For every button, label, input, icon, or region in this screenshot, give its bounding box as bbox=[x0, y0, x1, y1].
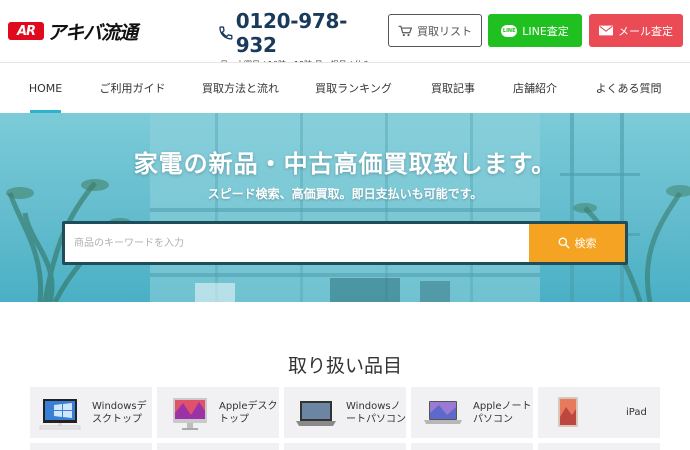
logo-text: アキバ流通 bbox=[47, 21, 138, 44]
search-button[interactable]: 検索 bbox=[529, 224, 625, 262]
site-header: AR アキバ流通 0120-978-932 月～土曜日 / 10時～18時 日・… bbox=[0, 0, 690, 69]
nav-stores[interactable]: 店舗紹介 bbox=[513, 63, 557, 113]
line-assessment-button[interactable]: LINE LINE査定 bbox=[488, 14, 582, 47]
macbook-icon bbox=[424, 400, 462, 424]
purchase-list-button[interactable]: 買取リスト bbox=[388, 14, 482, 47]
nav-guide[interactable]: ご利用ガイド bbox=[99, 63, 166, 113]
category-label: Windowsデスクトップ bbox=[92, 400, 147, 425]
nav-faq-label: よくある質問 bbox=[595, 82, 662, 95]
nav-faq[interactable]: よくある質問 bbox=[595, 63, 662, 113]
purchase-list-label: 買取リスト bbox=[417, 24, 472, 38]
nav-purchase-flow[interactable]: 買取方法と流れ bbox=[202, 63, 279, 113]
nav-articles-label: 買取記事 bbox=[431, 82, 475, 95]
desktop-pc-icon bbox=[39, 398, 81, 429]
nav-articles[interactable]: 買取記事 bbox=[431, 63, 475, 113]
category-row2-item[interactable] bbox=[538, 443, 660, 450]
category-row2-item[interactable] bbox=[411, 443, 533, 450]
laptop-icon bbox=[296, 400, 336, 426]
cart-icon bbox=[398, 25, 412, 36]
nav-home-label: HOME bbox=[28, 81, 63, 95]
mail-icon bbox=[599, 25, 613, 36]
nav-ranking[interactable]: 買取ランキング bbox=[315, 63, 392, 113]
search-bar: 検索 bbox=[62, 221, 628, 265]
category-windows-laptop[interactable]: Windowsノートパソコン bbox=[284, 387, 406, 438]
mail-assessment-button[interactable]: メール査定 bbox=[589, 14, 683, 47]
search-input[interactable] bbox=[65, 224, 529, 262]
ipad-icon bbox=[558, 396, 578, 427]
category-label: iPad bbox=[626, 407, 647, 418]
nav-guide-label: ご利用ガイド bbox=[99, 82, 166, 95]
category-apple-laptop[interactable]: Appleノートパソコン bbox=[411, 387, 533, 438]
hero-background-image bbox=[6, 113, 690, 302]
nav-purchase-flow-label: 買取方法と流れ bbox=[202, 82, 279, 95]
site-logo[interactable]: AR アキバ流通 bbox=[8, 17, 138, 45]
category-row2-item[interactable] bbox=[30, 443, 152, 450]
category-apple-desktop[interactable]: Appleデスクトップ bbox=[157, 387, 279, 438]
logo-mark: AR bbox=[8, 22, 44, 40]
hero-title: 家電の新品・中古高価買取致します。 bbox=[133, 150, 557, 178]
search-button-label: 検索 bbox=[574, 237, 597, 250]
category-label: Appleデスクトップ bbox=[219, 400, 278, 425]
nav-home[interactable]: HOME bbox=[28, 63, 63, 113]
nav-stores-label: 店舗紹介 bbox=[513, 82, 557, 95]
phone-number: 0120-978-932 bbox=[235, 9, 348, 57]
main-nav: HOME ご利用ガイド 買取方法と流れ 買取ランキング 買取記事 店舗紹介 よく… bbox=[0, 62, 690, 113]
imac-icon bbox=[173, 397, 207, 430]
category-row2-item[interactable] bbox=[284, 443, 406, 450]
category-label: Appleノートパソコン bbox=[473, 400, 532, 425]
category-ipad[interactable]: iPad bbox=[538, 387, 660, 438]
nav-ranking-label: 買取ランキング bbox=[315, 82, 392, 95]
line-assessment-label: LINE査定 bbox=[522, 24, 569, 38]
phone-contact[interactable]: 0120-978-932 月～土曜日 / 10時～18時 日・祝日 / 休み bbox=[218, 9, 386, 70]
hero-subtitle: スピード検索、高価買取。即日支払いも可能です。 bbox=[207, 187, 483, 201]
category-row2-item[interactable] bbox=[157, 443, 279, 450]
mail-assessment-label: メール査定 bbox=[618, 24, 673, 38]
category-label: Windowsノートパソコン bbox=[346, 400, 406, 425]
phone-icon bbox=[219, 26, 233, 40]
hero-banner: 家電の新品・中古高価買取致します。 スピード検索、高価買取。即日支払いも可能です… bbox=[0, 113, 690, 302]
category-windows-desktop[interactable]: Windowsデスクトップ bbox=[30, 387, 152, 438]
line-icon: LINE bbox=[501, 24, 518, 37]
categories-title: 取り扱い品目 bbox=[287, 355, 402, 377]
search-icon bbox=[558, 237, 570, 249]
